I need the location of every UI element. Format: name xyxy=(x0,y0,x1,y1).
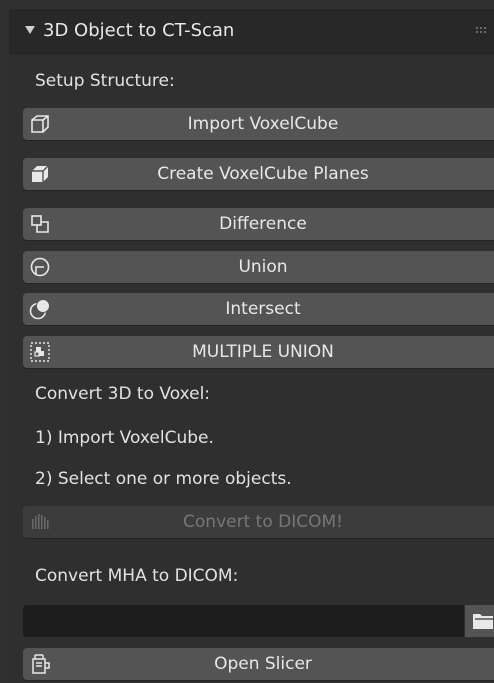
union-button[interactable]: Union xyxy=(23,251,494,283)
multiple-union-button[interactable]: MULTIPLE UNION xyxy=(23,336,494,368)
difference-button[interactable]: Difference xyxy=(23,208,494,240)
create-voxelcube-planes-label: Create VoxelCube Planes xyxy=(157,164,369,184)
difference-label: Difference xyxy=(219,214,307,234)
triangle-down-icon[interactable] xyxy=(25,26,35,34)
multiple-union-label: MULTIPLE UNION xyxy=(192,342,334,362)
drag-grip-icon[interactable] xyxy=(476,24,488,36)
intersect-button[interactable]: Intersect xyxy=(23,293,494,325)
convert-to-dicom-label: Convert to DICOM! xyxy=(183,512,343,532)
addon-panel: 3D Object to CT-Scan Setup Structure: Im… xyxy=(9,9,494,683)
import-voxelcube-label: Import VoxelCube xyxy=(187,114,339,134)
convert-to-dicom-button[interactable]: Convert to DICOM! xyxy=(23,506,494,538)
setup-structure-heading: Setup Structure: xyxy=(35,71,175,91)
panel-header[interactable]: 3D Object to CT-Scan xyxy=(9,9,494,55)
convert-3d-heading: Convert 3D to Voxel: xyxy=(35,384,211,404)
import-voxelcube-button[interactable]: Import VoxelCube xyxy=(23,108,494,140)
open-slicer-button[interactable]: Open Slicer xyxy=(23,648,494,680)
union-label: Union xyxy=(238,257,288,277)
panel-title: 3D Object to CT-Scan xyxy=(43,20,235,41)
folder-icon xyxy=(473,614,493,629)
mha-path-input[interactable] xyxy=(23,605,464,637)
browse-folder-button[interactable] xyxy=(465,605,494,637)
step-2-text: 2) Select one or more objects. xyxy=(35,469,292,489)
intersect-label: Intersect xyxy=(225,299,301,319)
step-1-text: 1) Import VoxelCube. xyxy=(35,428,214,448)
open-slicer-label: Open Slicer xyxy=(214,654,312,674)
convert-mha-heading: Convert MHA to DICOM: xyxy=(35,566,239,586)
create-voxelcube-planes-button[interactable]: Create VoxelCube Planes xyxy=(23,158,494,190)
